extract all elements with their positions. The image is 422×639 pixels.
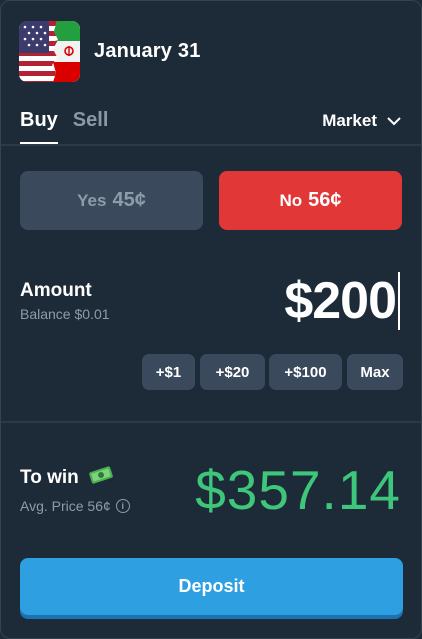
- divider: [1, 144, 421, 146]
- order-type-label: Market: [322, 111, 377, 130]
- balance-text: Balance $0.01: [20, 306, 110, 322]
- max-button[interactable]: Max: [347, 354, 403, 390]
- buy-sell-tabs: Buy Sell: [20, 109, 108, 145]
- outcome-yes-price: 45¢: [112, 189, 146, 211]
- to-win-label: To win: [20, 467, 79, 488]
- add-1-button[interactable]: +$1: [142, 354, 195, 390]
- avg-price-text: Avg. Price 56¢: [20, 498, 111, 514]
- divider: [1, 421, 421, 423]
- to-win-label-row: To win: [20, 465, 115, 491]
- market-header: January 31: [19, 21, 201, 82]
- tab-sell[interactable]: Sell: [73, 109, 109, 145]
- outcome-no-label: No: [279, 190, 303, 210]
- outcome-no-button[interactable]: No 56¢: [219, 171, 402, 230]
- deposit-button[interactable]: Deposit: [20, 558, 403, 615]
- tab-buy[interactable]: Buy: [20, 109, 58, 145]
- to-win-value: $357.14: [195, 459, 401, 521]
- text-caret: [398, 272, 400, 330]
- add-100-button[interactable]: +$100: [269, 354, 342, 390]
- outcome-no-price: 56¢: [308, 189, 342, 211]
- money-icon: [87, 465, 115, 491]
- avg-price-row: Avg. Price 56¢ i: [20, 498, 130, 514]
- outcome-yes-label: Yes: [77, 190, 107, 210]
- order-type-dropdown[interactable]: Market: [322, 111, 401, 131]
- info-icon[interactable]: i: [115, 499, 130, 513]
- chevron-down-icon: [387, 111, 401, 131]
- amount-value: $200: [284, 272, 397, 330]
- add-20-button[interactable]: +$20: [200, 354, 265, 390]
- amount-label: Amount: [20, 280, 92, 301]
- market-title: January 31: [94, 40, 201, 62]
- outcome-yes-button[interactable]: Yes 45¢: [20, 171, 203, 230]
- amount-input[interactable]: $200: [284, 271, 400, 331]
- trade-panel: January 31 Buy Sell Market Yes 45¢ No 56…: [0, 0, 422, 639]
- usa-iran-flag-icon: [19, 21, 80, 82]
